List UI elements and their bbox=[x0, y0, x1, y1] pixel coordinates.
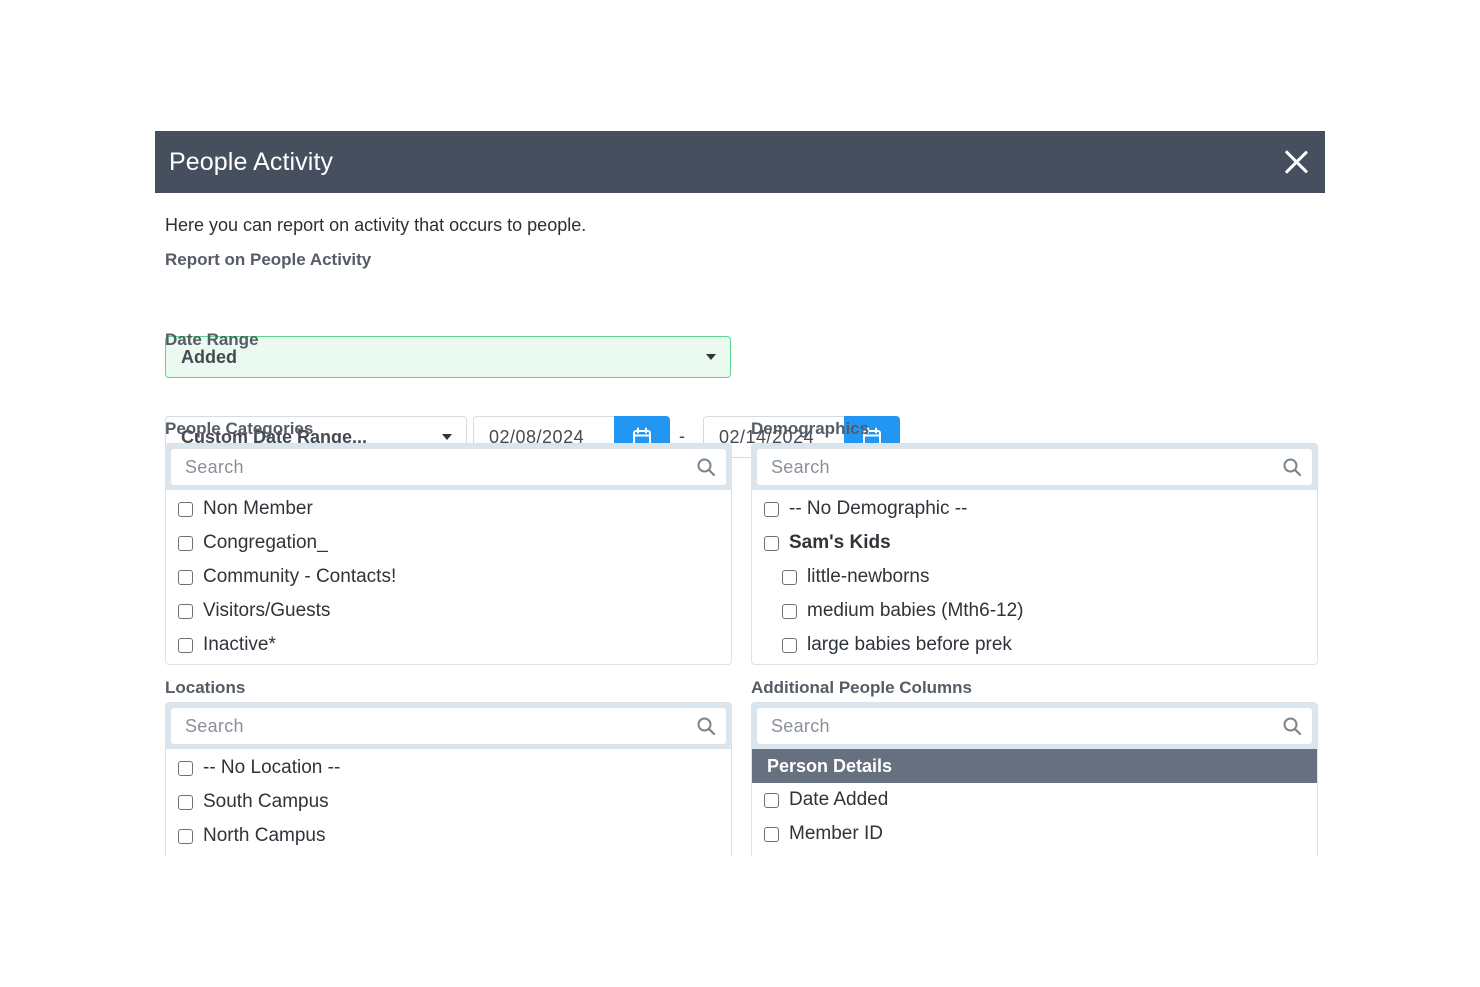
location-option[interactable]: -- No Location -- bbox=[166, 751, 731, 785]
option-label: little-newborns bbox=[807, 566, 930, 587]
search-icon bbox=[697, 458, 716, 477]
column-option[interactable]: Date Added bbox=[752, 783, 1317, 817]
locations-list: -- No Location -- South Campus North Cam… bbox=[166, 749, 731, 853]
column-option[interactable]: Member ID bbox=[752, 817, 1317, 851]
locations-picker: Search -- No Location -- South Campus No… bbox=[165, 702, 732, 856]
locations-search-input[interactable]: Search bbox=[171, 708, 726, 744]
option-label: Date Added bbox=[789, 789, 889, 810]
demographic-option[interactable]: large babies before prek bbox=[752, 628, 1317, 662]
additional-columns-label: Additional People Columns bbox=[751, 678, 973, 697]
category-option[interactable]: Inactive* bbox=[166, 628, 731, 662]
categories-search-wrap: Search bbox=[166, 444, 731, 490]
search-placeholder: Search bbox=[771, 715, 830, 736]
modal-header: People Activity bbox=[155, 131, 1325, 193]
activity-label: Report on People Activity bbox=[165, 250, 372, 269]
checkbox[interactable] bbox=[764, 792, 779, 808]
option-label: Visitors/Guests bbox=[203, 600, 331, 621]
checkbox[interactable] bbox=[178, 535, 193, 551]
modal-body: Here you can report on activity that occ… bbox=[155, 193, 1325, 856]
date-range-label: Date Range bbox=[165, 330, 259, 349]
checkbox[interactable] bbox=[178, 828, 193, 844]
category-option[interactable]: Community - Contacts! bbox=[166, 560, 731, 594]
additional-columns-list: Date Added Member ID bbox=[752, 783, 1317, 851]
locations-label: Locations bbox=[165, 678, 246, 697]
search-placeholder: Search bbox=[771, 456, 830, 477]
checkbox[interactable] bbox=[782, 637, 797, 653]
search-placeholder: Search bbox=[185, 715, 244, 736]
checkbox[interactable] bbox=[178, 569, 193, 585]
checkbox[interactable] bbox=[782, 569, 797, 585]
checkbox[interactable] bbox=[178, 760, 193, 776]
additional-columns-picker: Search Person Details Date Added Member … bbox=[751, 702, 1318, 856]
close-icon[interactable] bbox=[1281, 147, 1311, 177]
demographics-picker: Search -- No Demographic -- Sam's Kids l… bbox=[751, 443, 1318, 665]
demographics-search-input[interactable]: Search bbox=[757, 449, 1312, 485]
locations-search-wrap: Search bbox=[166, 703, 731, 749]
category-option[interactable]: Visitors/Guests bbox=[166, 594, 731, 628]
checkbox[interactable] bbox=[178, 794, 193, 810]
option-label: Sam's Kids bbox=[789, 532, 891, 553]
category-option[interactable]: Non Member bbox=[166, 492, 731, 526]
option-label: -- No Location -- bbox=[203, 757, 341, 778]
checkbox[interactable] bbox=[178, 603, 193, 619]
additional-columns-search-input[interactable]: Search bbox=[757, 708, 1312, 744]
people-activity-modal: People Activity Here you can report on a… bbox=[155, 131, 1325, 856]
modal-title: People Activity bbox=[169, 147, 334, 176]
demographics-label: Demographics bbox=[751, 419, 870, 438]
search-icon bbox=[1283, 458, 1302, 477]
additional-columns-search-wrap: Search bbox=[752, 703, 1317, 749]
option-label: Member ID bbox=[789, 823, 883, 844]
search-icon bbox=[1283, 717, 1302, 736]
demographic-option[interactable]: -- No Demographic -- bbox=[752, 492, 1317, 526]
search-placeholder: Search bbox=[185, 456, 244, 477]
person-details-group-header: Person Details bbox=[752, 749, 1317, 783]
option-label: large babies before prek bbox=[807, 634, 1012, 655]
caret-down-icon bbox=[706, 354, 716, 360]
checkbox[interactable] bbox=[764, 826, 779, 842]
demographic-option[interactable]: medium babies (Mth6-12) bbox=[752, 594, 1317, 628]
option-label: -- No Demographic -- bbox=[789, 498, 968, 519]
intro-text: Here you can report on activity that occ… bbox=[165, 215, 587, 235]
option-label: North Campus bbox=[203, 825, 326, 846]
checkbox[interactable] bbox=[764, 535, 779, 551]
option-label: Congregation_ bbox=[203, 532, 328, 553]
checkbox[interactable] bbox=[178, 501, 193, 517]
location-option[interactable]: South Campus bbox=[166, 785, 731, 819]
categories-picker: Search Non Member Congregation_ Communit… bbox=[165, 443, 732, 665]
option-label: Inactive* bbox=[203, 634, 276, 655]
option-label: Non Member bbox=[203, 498, 313, 519]
category-option[interactable]: Congregation_ bbox=[166, 526, 731, 560]
categories-list: Non Member Congregation_ Community - Con… bbox=[166, 490, 731, 662]
checkbox[interactable] bbox=[178, 637, 193, 653]
option-label: South Campus bbox=[203, 791, 329, 812]
checkbox[interactable] bbox=[782, 603, 797, 619]
option-label: Community - Contacts! bbox=[203, 566, 397, 587]
caret-down-icon bbox=[442, 434, 452, 440]
demographic-option[interactable]: little-newborns bbox=[752, 560, 1317, 594]
location-option[interactable]: North Campus bbox=[166, 819, 731, 853]
demographics-search-wrap: Search bbox=[752, 444, 1317, 490]
option-label: medium babies (Mth6-12) bbox=[807, 600, 1024, 621]
search-icon bbox=[697, 717, 716, 736]
checkbox[interactable] bbox=[764, 501, 779, 517]
demographics-list: -- No Demographic -- Sam's Kids little-n… bbox=[752, 490, 1317, 662]
categories-label: People Categories bbox=[165, 419, 314, 438]
categories-search-input[interactable]: Search bbox=[171, 449, 726, 485]
demographic-group-option[interactable]: Sam's Kids bbox=[752, 526, 1317, 560]
